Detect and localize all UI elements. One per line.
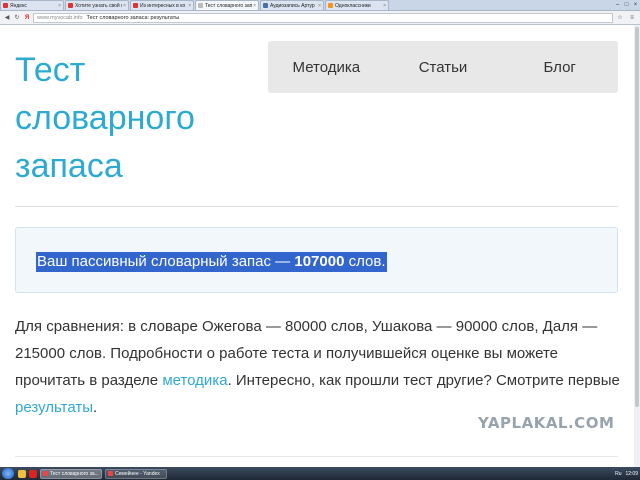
menu-icon[interactable]: ≡: [627, 13, 637, 23]
tab-label: Одноклассники: [335, 2, 371, 9]
tab-label: Тест словарного запа: [205, 2, 253, 9]
header-divider: [15, 206, 618, 207]
star-icon[interactable]: ☆: [615, 13, 625, 23]
paragraph-text: . Интересно, как прошли тест другие? Смо…: [227, 372, 620, 389]
clock[interactable]: 12:09: [625, 471, 638, 477]
yandex-icon: [3, 3, 8, 8]
results-link[interactable]: результаты: [15, 399, 93, 416]
folder-icon[interactable]: [18, 469, 26, 478]
close-icon[interactable]: ×: [253, 3, 256, 9]
close-icon[interactable]: ×: [318, 3, 321, 9]
language-indicator[interactable]: Ru: [615, 471, 621, 477]
address-bar: ◀ ↻ Я www.myvocab.info Тест словарного з…: [0, 11, 640, 25]
taskbar: Тест словарного за... Семейнее - Yandex …: [0, 467, 640, 480]
footer-divider: [15, 456, 618, 457]
browser-tab[interactable]: Аудиозапись Артур ×: [260, 0, 324, 10]
back-icon[interactable]: ◀: [3, 14, 11, 22]
site-title[interactable]: Тест словарного запаса: [15, 46, 245, 190]
vk-icon: [263, 3, 268, 8]
browser-icon: [43, 471, 48, 476]
main-menu: Методика Статьи Блог: [268, 41, 618, 93]
close-icon[interactable]: ×: [123, 3, 126, 9]
paragraph-text: .: [93, 399, 98, 416]
window-close-icon[interactable]: ×: [631, 0, 640, 9]
system-tray: Ru 12:09: [611, 471, 638, 477]
result-box: Ваш пассивный словарный запас — 107000 с…: [15, 227, 618, 293]
maximize-icon[interactable]: □: [622, 0, 631, 9]
odnoklassniki-icon: [328, 3, 333, 8]
browser-tab[interactable]: Яндекс ×: [0, 0, 64, 10]
url-host: www.myvocab.info: [37, 14, 83, 21]
scrollbar-thumb[interactable]: [635, 27, 639, 407]
comparison-paragraph: Для сравнения: в словаре Ожегова — 80000…: [15, 313, 621, 421]
page-content: Тест словарного запаса Методика Статьи Б…: [0, 25, 640, 467]
start-button[interactable]: [2, 468, 14, 479]
taskbar-item-label: Тест словарного за...: [50, 470, 99, 477]
browser-tab-active[interactable]: Тест словарного запа ×: [195, 0, 259, 10]
minimize-icon[interactable]: –: [613, 0, 622, 9]
browser-tab-strip: Яндекс × Хотите узнать свой с × Из интер…: [0, 0, 640, 11]
taskbar-item[interactable]: Тест словарного за...: [40, 468, 102, 479]
menu-item-articles[interactable]: Статьи: [385, 41, 502, 93]
tab-label: Яндекс: [10, 2, 27, 9]
yandex-logo-icon[interactable]: Я: [23, 14, 31, 22]
refresh-icon[interactable]: ↻: [13, 14, 21, 22]
result-text: Ваш пассивный словарный запас — 107000 с…: [36, 252, 387, 272]
browser-tab[interactable]: Из интересных в ко ×: [130, 0, 194, 10]
taskbar-item-label: Семейнее - Yandex: [115, 470, 160, 477]
url-page-title: Тест словарного запаса: результаты: [86, 14, 180, 21]
yandex-browser-icon[interactable]: [29, 469, 37, 478]
browser-tab[interactable]: Хотите узнать свой с ×: [65, 0, 129, 10]
watermark: YAPLAKAL.COM: [478, 414, 615, 432]
menu-item-blog[interactable]: Блог: [501, 41, 618, 93]
page-icon: [198, 3, 203, 8]
tab-label: Хотите узнать свой с: [75, 2, 123, 9]
menu-item-methodology[interactable]: Методика: [268, 41, 385, 93]
browser-icon: [108, 471, 113, 476]
result-suffix: слов.: [344, 253, 386, 270]
tab-label: Из интересных в ко: [140, 2, 186, 9]
close-icon[interactable]: ×: [58, 3, 61, 9]
url-field[interactable]: www.myvocab.info Тест словарного запаса:…: [33, 12, 613, 23]
close-icon[interactable]: ×: [383, 3, 386, 9]
taskbar-item[interactable]: Семейнее - Yandex: [105, 468, 167, 479]
methodology-link[interactable]: методика: [162, 372, 227, 389]
result-value: 107000: [294, 253, 345, 270]
mail-icon: [133, 3, 138, 8]
window-controls: – □ ×: [613, 0, 640, 10]
result-prefix: Ваш пассивный словарный запас —: [37, 253, 295, 270]
vertical-scrollbar[interactable]: [634, 25, 640, 467]
close-icon[interactable]: ×: [188, 3, 191, 9]
mail-icon: [68, 3, 73, 8]
tab-label: Аудиозапись Артур: [270, 2, 315, 9]
browser-tab[interactable]: Одноклассники ×: [325, 0, 389, 10]
